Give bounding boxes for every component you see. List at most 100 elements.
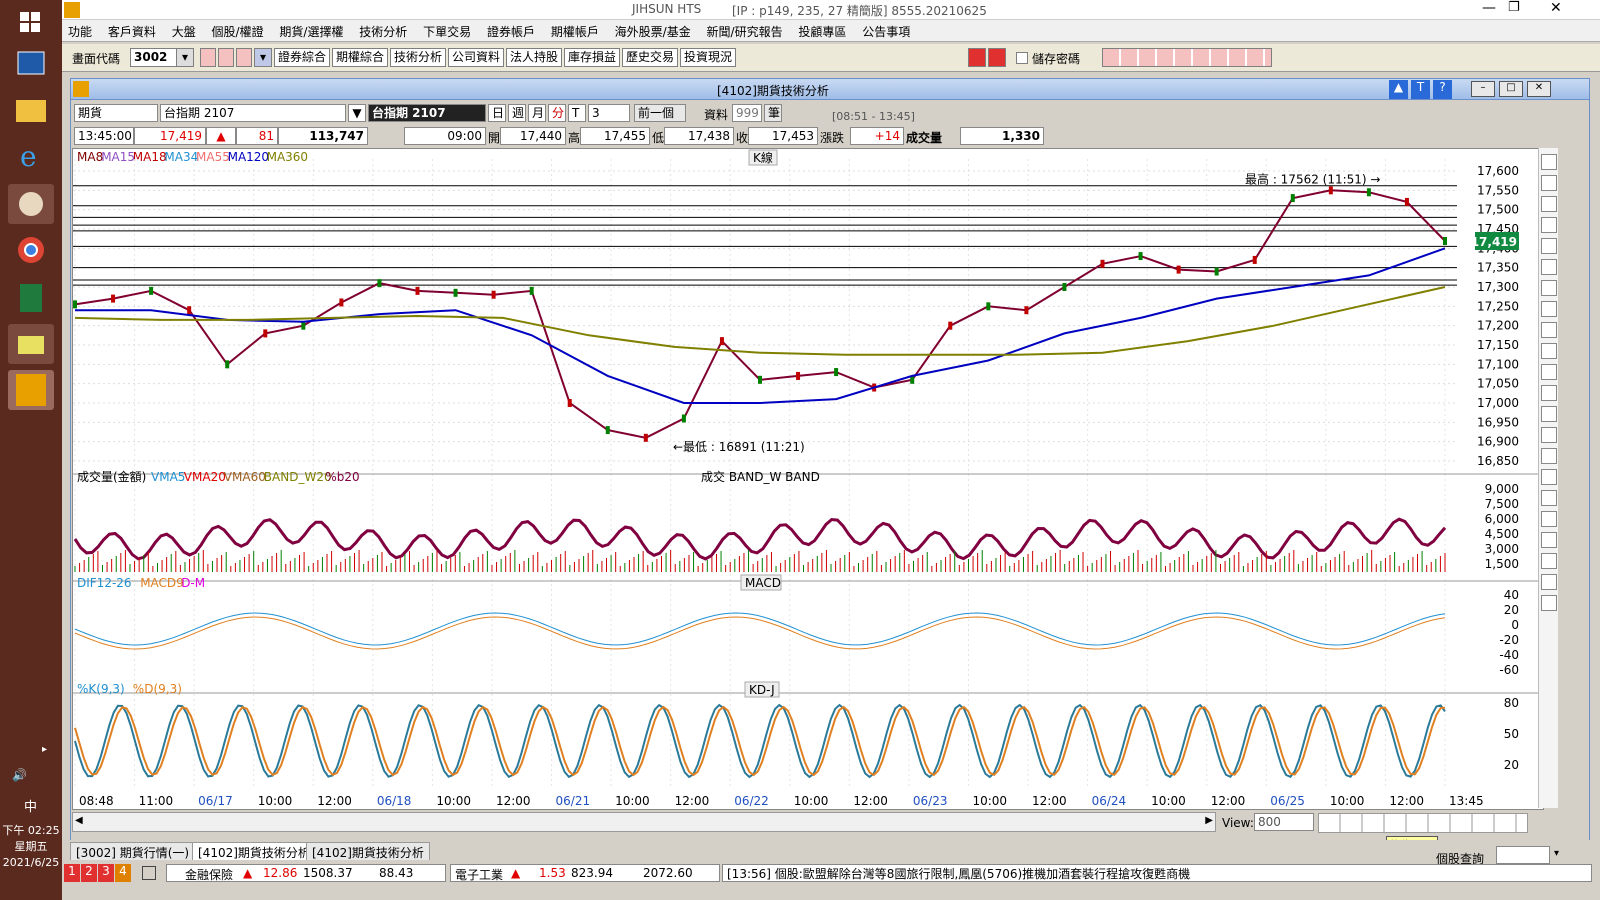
drawing-tool-icon-9[interactable]	[1541, 343, 1557, 359]
prev-button[interactable]: 前一個	[634, 104, 686, 122]
period-week[interactable]: 週	[508, 104, 526, 122]
code-dropdown-icon[interactable]: ▾	[176, 48, 194, 67]
windows-start-icon[interactable]	[8, 4, 54, 44]
period-minute[interactable]: 分	[548, 104, 566, 122]
file-explorer-icon[interactable]	[8, 90, 54, 130]
product-select[interactable]: 台指期 2107	[160, 104, 346, 122]
minimize-button[interactable]: —	[1482, 0, 1496, 16]
drawing-tool-icon-11[interactable]	[1541, 385, 1557, 401]
drawing-tool-icon-10[interactable]	[1541, 364, 1557, 380]
volume-icon[interactable]: 🔊	[12, 768, 27, 782]
chart-tool-buttons[interactable]	[1318, 813, 1528, 833]
menu-item-overseas[interactable]: 海外股票/基金	[609, 20, 697, 40]
up-icon[interactable]: ▲	[1389, 80, 1408, 99]
tool-dropdown-icon[interactable]: ▾	[254, 48, 272, 67]
minute-select[interactable]: 3	[588, 104, 630, 122]
unit-button[interactable]: 筆	[764, 104, 782, 122]
drawing-tool-icon-4[interactable]	[1541, 238, 1557, 254]
btn-institutional[interactable]: 法人持股	[506, 48, 563, 67]
btn-investment[interactable]: 投資現況	[680, 48, 737, 67]
stock-query-dropdown-icon[interactable]: ▾	[1554, 848, 1559, 859]
excel-icon[interactable]	[8, 278, 54, 318]
flag-icon-1[interactable]	[968, 48, 986, 67]
view-input[interactable]: 800	[1254, 813, 1314, 831]
ie-icon[interactable]: e	[8, 136, 54, 176]
menu-item-securities-account[interactable]: 證券帳戶	[481, 20, 541, 40]
tab-tech-analysis-1[interactable]: [4102]期貨技術分析	[192, 842, 316, 860]
tab-futures-quote[interactable]: [3002] 期貨行情(一)	[70, 842, 196, 860]
tool-icon-2[interactable]	[218, 48, 234, 67]
news-ticker[interactable]: [13:56] 個股:歐盟解除台灣等8國旅行限制,鳳凰(5706)推機加酒套裝行…	[722, 864, 1592, 882]
drawing-tool-icon-21[interactable]	[1541, 595, 1557, 611]
menu-item-order[interactable]: 下單交易	[417, 20, 477, 40]
drawing-tool-icon-16[interactable]	[1541, 490, 1557, 506]
period-tick[interactable]: T	[568, 104, 586, 122]
drawing-tool-icon-0[interactable]	[1541, 154, 1557, 170]
drawing-tool-icon-3[interactable]	[1541, 217, 1557, 233]
help-icon[interactable]: ?	[1433, 80, 1452, 99]
save-password-checkbox[interactable]	[1016, 52, 1028, 64]
menu-item-stock[interactable]: 個股/權證	[206, 20, 270, 40]
win-maximize-button[interactable]: □	[1499, 81, 1523, 97]
menu-item-client[interactable]: 客戶資料	[102, 20, 162, 40]
chart-scrollbar[interactable]: ◀ ▶	[72, 812, 1216, 832]
num-button-2[interactable]: 2	[81, 864, 97, 882]
btn-company[interactable]: 公司資料	[448, 48, 505, 67]
drawing-tool-icon-2[interactable]	[1541, 196, 1557, 212]
drawing-tool-icon-7[interactable]	[1541, 301, 1557, 317]
menu-item-advisor[interactable]: 投顧專區	[792, 20, 852, 40]
num-button-1[interactable]: 1	[64, 864, 80, 882]
chrome-icon[interactable]	[8, 230, 54, 270]
drawing-tool-icon-14[interactable]	[1541, 448, 1557, 464]
menu-item-technical[interactable]: 技術分析	[353, 20, 413, 40]
scroll-left-icon[interactable]: ◀	[75, 815, 83, 826]
scroll-right-icon[interactable]: ▶	[1205, 815, 1213, 826]
menu-item-market[interactable]: 大盤	[166, 20, 202, 40]
chart-area[interactable]: MA8 MA15 MA18 MA34 MA55 MA120 MA360 K線 17,600 17,…	[72, 148, 1545, 810]
menu-item-futures[interactable]: 期貨/選擇權	[273, 20, 349, 40]
desktop-icon[interactable]	[8, 44, 54, 84]
data-count-input[interactable]: 999	[732, 104, 762, 122]
drawing-tool-icon-19[interactable]	[1541, 553, 1557, 569]
menu-item-announcement[interactable]: 公告事項	[856, 20, 916, 40]
menu-item-function[interactable]: 功能	[62, 20, 98, 40]
quick-tool-icons[interactable]	[1102, 48, 1272, 67]
btn-securities[interactable]: 證券綜合	[274, 48, 331, 67]
tab-tech-analysis-2[interactable]: [4102]期貨技術分析	[306, 842, 430, 860]
close-button[interactable]: ✕	[1550, 0, 1562, 16]
drawing-tool-icon-8[interactable]	[1541, 322, 1557, 338]
type-select[interactable]: 期貨	[74, 104, 158, 122]
drawing-tool-icon-20[interactable]	[1541, 574, 1557, 590]
expand-arrow-icon[interactable]: ▸	[42, 744, 47, 755]
num-button-4[interactable]: 4	[115, 864, 131, 882]
period-day[interactable]: 日	[488, 104, 506, 122]
lock-icon[interactable]	[142, 866, 156, 880]
restore-button[interactable]: ❐	[1508, 0, 1520, 15]
win-close-button[interactable]: ✕	[1527, 81, 1551, 97]
btn-history[interactable]: 歷史交易	[622, 48, 679, 67]
flag-icon-2[interactable]	[988, 48, 1006, 67]
btn-inventory[interactable]: 庫存損益	[564, 48, 621, 67]
folder-icon[interactable]	[8, 324, 54, 364]
tool-icon-3[interactable]	[236, 48, 252, 67]
btn-options[interactable]: 期權綜合	[332, 48, 389, 67]
menu-item-futures-account[interactable]: 期權帳戶	[545, 20, 605, 40]
drawing-tool-icon-15[interactable]	[1541, 469, 1557, 485]
num-button-3[interactable]: 3	[98, 864, 114, 882]
drawing-tool-icon-13[interactable]	[1541, 427, 1557, 443]
stock-query-input[interactable]	[1496, 846, 1550, 864]
drawing-tool-icon-12[interactable]	[1541, 406, 1557, 422]
ime-indicator[interactable]: 中	[24, 796, 37, 815]
drawing-tool-icon-18[interactable]	[1541, 532, 1557, 548]
menu-item-news[interactable]: 新聞/研究報告	[701, 20, 789, 40]
drawing-tool-icon-17[interactable]	[1541, 511, 1557, 527]
btn-technical[interactable]: 技術分析	[390, 48, 447, 67]
drawing-tool-icon-1[interactable]	[1541, 175, 1557, 191]
paint-icon[interactable]	[8, 184, 54, 224]
t-icon[interactable]: T	[1411, 80, 1430, 99]
drawing-tool-icon-6[interactable]	[1541, 280, 1557, 296]
drawing-tool-icon-5[interactable]	[1541, 259, 1557, 275]
period-month[interactable]: 月	[528, 104, 546, 122]
win-minimize-button[interactable]: –	[1471, 81, 1495, 97]
jihsun-app-icon[interactable]	[8, 370, 54, 410]
